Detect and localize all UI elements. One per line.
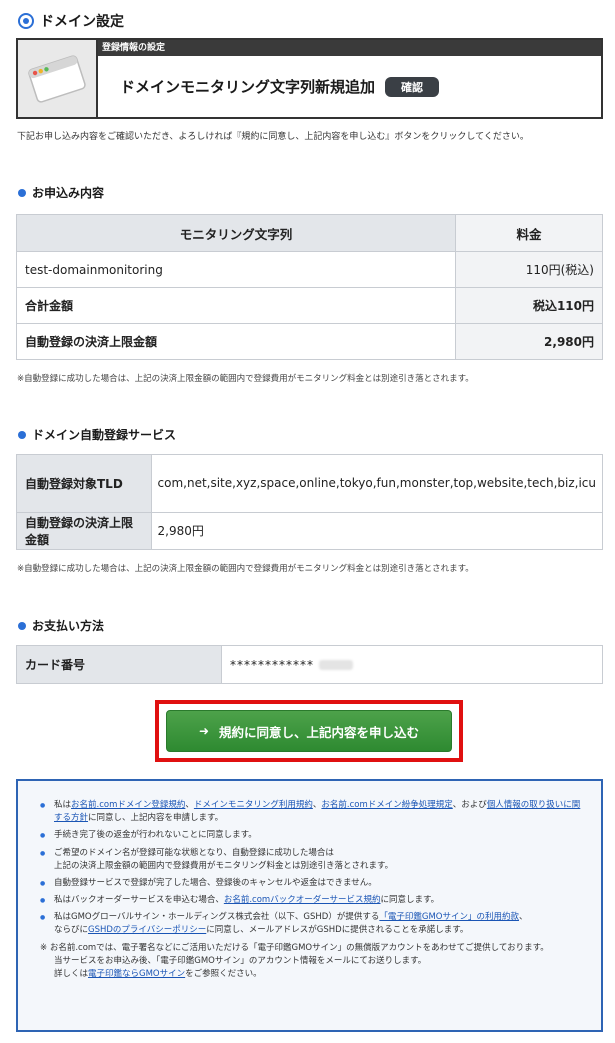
table-row: 自動登録の決済上限金額 2,980円 [16, 323, 603, 360]
terms-text: 手続き完了後の返金が行われないことに同意します。 [54, 830, 257, 841]
order-header-string: モニタリング文字列 [16, 214, 456, 252]
monitoring-terms-link[interactable]: ドメインモニタリング利用規約 [194, 800, 313, 810]
list-item: ご希望のドメイン名が登録可能な状態となり、自動登録に成功した場合は 上記の決済上… [40, 847, 587, 873]
order-row-label: test-domainmonitoring [16, 251, 456, 288]
terms-text: ならびに [54, 925, 89, 936]
order-row-value: 110円(税込) [455, 251, 603, 288]
list-item: 手続き完了後の返金が行われないことに同意します。 [40, 829, 587, 842]
table-row: 合計金額 税込110円 [16, 287, 603, 324]
confirm-badge: 確認 [385, 76, 440, 97]
terms-box: 私はお名前.comドメイン登録規約、ドメインモニタリング利用規約、お名前.com… [16, 779, 603, 1032]
list-item: 私はお名前.comドメイン登録規約、ドメインモニタリング利用規約、お名前.com… [40, 799, 587, 825]
terms-text: に同意します。 [380, 895, 440, 906]
order-note: ※自動登録に成功した場合は、上記の決済上限金額の範囲内で登録費用がモニタリング料… [17, 374, 474, 384]
terms-text: 自動登録サービスで登録が完了した場合、登録後のキャンセルや返金はできません。 [54, 877, 377, 888]
card-number-cell: ************ [221, 645, 603, 684]
list-item: 私はGMOグローバルサイン・ホールディングス株式会社（以下、GSHD）が提供する… [40, 911, 587, 937]
terms-text: 詳しくは [54, 968, 89, 979]
auto-row-value: com,net,site,xyz,space,online,tokyo,fun,… [150, 454, 604, 513]
bullet-dot-icon [18, 188, 26, 197]
gmo-sign-note: ※ お名前.comでは、電子署名などにご活用いただける「電子印鑑GMOサイン」の… [40, 942, 549, 953]
terms-text: 私はGMOグローバルサイン・ホールディングス株式会社（以下、GSHD）が提供する [54, 912, 380, 923]
gmo-sign-terms-link[interactable]: 「電子印鑑GMOサイン」の利用約款 [379, 912, 519, 922]
terms-text: 、 [518, 912, 528, 923]
dispute-policy-link[interactable]: お名前.comドメイン紛争処理規定 [321, 800, 452, 810]
gshd-privacy-link[interactable]: GSHDのプライバシーポリシー [88, 925, 206, 935]
step-banner: 登録情報の設定 ドメインモニタリング文字列新規追加 確認 [16, 38, 603, 119]
terms-text: 私はバックオーダーサービスを申込む場合、 [54, 895, 224, 906]
table-row: カード番号 ************ [16, 645, 603, 684]
window-icon [18, 40, 98, 117]
terms-text: に同意し、メールアドレスがGSHDに提供されることを承諾します。 [206, 925, 469, 936]
gmo-sign-info-link[interactable]: 電子印鑑ならGMOサイン [88, 969, 185, 979]
page-title: ドメイン設定 [18, 10, 124, 32]
auto-row-value: 2,980円 [150, 512, 604, 550]
order-row-value: 税込110円 [455, 287, 603, 324]
agree-and-apply-button[interactable]: ➜ 規約に同意し、上記内容を申し込む [166, 710, 452, 752]
card-number-masked-blur [318, 660, 353, 670]
terms-text: 、 [185, 800, 194, 810]
agree-and-apply-label: 規約に同意し、上記内容を申し込む [219, 724, 420, 740]
auto-table: 自動登録対象TLD com,net,site,xyz,space,online,… [16, 454, 604, 550]
arrow-right-icon: ➜ [198, 724, 210, 738]
section-payment: お支払い方法 [18, 617, 104, 634]
bullet-dot-icon [18, 621, 26, 630]
list-item: 私はバックオーダーサービスを申込む場合、お名前.comバックオーダーサービス規約… [40, 894, 587, 907]
order-table: モニタリング文字列 料金 test-domainmonitoring 110円(… [16, 214, 603, 360]
order-row-value: 2,980円 [455, 323, 603, 360]
banner-label: 登録情報の設定 [98, 40, 601, 56]
banner-heading: ドメインモニタリング文字列新規追加 [120, 78, 376, 96]
terms-text: 、および [452, 800, 487, 810]
cta-highlight-frame: ➜ 規約に同意し、上記内容を申し込む [155, 700, 463, 762]
banner-main: 登録情報の設定 ドメインモニタリング文字列新規追加 確認 [98, 40, 601, 117]
auto-row-label: 自動登録対象TLD [16, 454, 152, 513]
radio-bullet-icon [18, 13, 34, 29]
section-auto-title: ドメイン自動登録サービス [32, 428, 177, 442]
terms-text: をご参照ください。 [185, 968, 262, 979]
terms-text: 上記の決済上限金額の範囲内で登録費用がモニタリング料金とは別途引き落とされます。 [54, 860, 394, 871]
auto-note: ※自動登録に成功した場合は、上記の決済上限金額の範囲内で登録費用がモニタリング料… [17, 564, 474, 574]
terms-text: 私は [54, 800, 72, 810]
terms-list: 私はお名前.comドメイン登録規約、ドメインモニタリング利用規約、お名前.com… [40, 799, 587, 938]
bullet-dot-icon [18, 430, 26, 439]
card-label: カード番号 [16, 645, 222, 684]
table-row: 自動登録対象TLD com,net,site,xyz,space,online,… [16, 454, 604, 513]
section-payment-title: お支払い方法 [32, 619, 105, 633]
backorder-terms-link[interactable]: お名前.comバックオーダーサービス規約 [224, 895, 381, 905]
gmo-sign-note-line2: 当サービスをお申込み後、「電子印鑑GMOサイン」のアカウント情報をメールにてお送… [54, 955, 427, 966]
intro-text: 下記お申し込み内容をご確認いただき、よろしければ『規約に同意し、上記内容を申し込… [17, 132, 529, 142]
payment-table: カード番号 ************ [16, 645, 603, 684]
section-order-title: お申込み内容 [32, 186, 105, 200]
section-auto: ドメイン自動登録サービス [18, 426, 176, 443]
terms-text: ご希望のドメイン名が登録可能な状態となり、自動登録に成功した場合は [54, 847, 334, 858]
order-header-fee: 料金 [455, 214, 603, 252]
table-row: test-domainmonitoring 110円(税込) [16, 251, 603, 288]
order-row-label: 自動登録の決済上限金額 [16, 323, 456, 360]
list-item: 自動登録サービスで登録が完了した場合、登録後のキャンセルや返金はできません。 [40, 877, 587, 890]
order-row-label: 合計金額 [16, 287, 456, 324]
table-row: 自動登録の決済上限金額 2,980円 [16, 512, 604, 550]
order-table-header: モニタリング文字列 料金 [16, 214, 603, 252]
banner-body: ドメインモニタリング文字列新規追加 確認 [98, 56, 601, 117]
page-title-text: ドメイン設定 [40, 14, 124, 30]
section-order: お申込み内容 [18, 184, 104, 201]
gmo-sign-note-line3: 詳しくは電子印鑑ならGMOサインをご参照ください。 [40, 968, 587, 981]
auto-row-label: 自動登録の決済上限金額 [16, 512, 152, 550]
domain-terms-link[interactable]: お名前.comドメイン登録規約 [71, 800, 185, 810]
terms-text: に同意し、上記内容を申請します。 [88, 813, 224, 824]
card-number: ************ [230, 657, 314, 672]
